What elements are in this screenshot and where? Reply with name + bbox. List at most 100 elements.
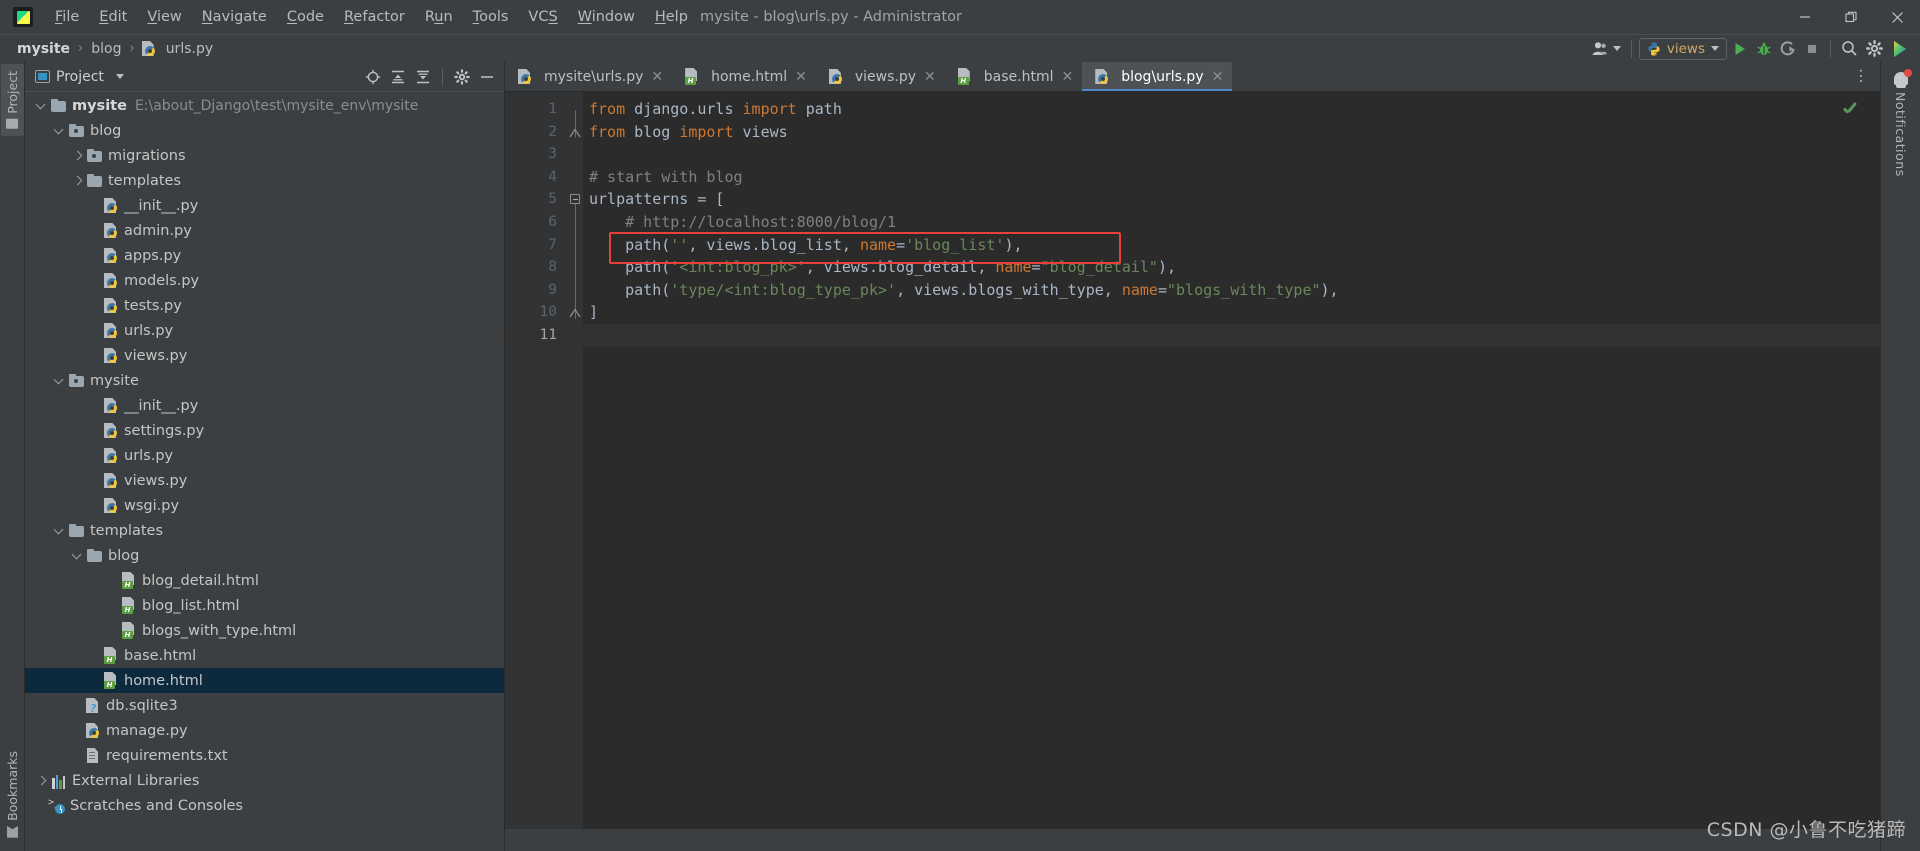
tree-node-manage-py[interactable]: manage.py xyxy=(25,718,504,743)
line-number[interactable]: 4 xyxy=(505,166,567,189)
breadcrumb-item-urls-py[interactable]: urls.py xyxy=(163,40,216,58)
code-folding-gutter[interactable] xyxy=(567,92,583,829)
code-line-9[interactable]: path('type/<int:blog_type_pk>', views.bl… xyxy=(583,279,1880,302)
no-problems-checkmark-icon[interactable] xyxy=(1842,102,1858,118)
tree-node-templates[interactable]: templates xyxy=(25,518,504,543)
tree-node-blog[interactable]: blog xyxy=(25,118,504,143)
run-with-coverage-icon[interactable] xyxy=(1777,38,1799,60)
code-line-8[interactable]: path('<int:blog_pk>', views.blog_detail,… xyxy=(583,256,1880,279)
bell-icon[interactable] xyxy=(1891,69,1912,88)
tree-node-external-libraries[interactable]: External Libraries xyxy=(25,768,504,793)
code-line-6[interactable]: # http://localhost:8000/blog/1 xyxy=(583,211,1880,234)
line-number[interactable]: 10 xyxy=(505,301,567,324)
debug-bug-icon[interactable] xyxy=(1753,38,1775,60)
tree-node-blogs-with-type-html[interactable]: Hblogs_with_type.html xyxy=(25,618,504,643)
more-options-icon[interactable]: ⋯ xyxy=(1852,68,1871,85)
menu-item-help[interactable]: Help xyxy=(645,5,698,29)
tree-node-db-sqlite3[interactable]: ? db.sqlite3 xyxy=(25,693,504,718)
search-icon[interactable] xyxy=(1838,38,1861,60)
chevron-right-icon[interactable] xyxy=(71,174,84,187)
tree-node-blog-list-html[interactable]: Hblog_list.html xyxy=(25,593,504,618)
tree-node-blog[interactable]: blog xyxy=(25,543,504,568)
editor-tab-views-py[interactable]: views.py ✕ xyxy=(816,62,945,91)
options-gear-icon[interactable] xyxy=(451,66,473,88)
tree-node-models-py[interactable]: models.py xyxy=(25,268,504,293)
menu-item-edit[interactable]: Edit xyxy=(89,5,137,29)
minimize-button[interactable] xyxy=(1782,0,1828,34)
run-configuration-selector[interactable]: views xyxy=(1638,37,1727,60)
tree-node-home-html[interactable]: Hhome.html xyxy=(25,668,504,693)
tree-node-admin-py[interactable]: admin.py xyxy=(25,218,504,243)
code-line-2[interactable]: from blog import views xyxy=(583,121,1880,144)
editor-tab-home-html[interactable]: Hhome.html ✕ xyxy=(672,62,816,91)
tree-node-mysite[interactable]: mysite xyxy=(25,368,504,393)
tree-node---init---py[interactable]: __init__.py xyxy=(25,193,504,218)
close-icon[interactable]: ✕ xyxy=(924,70,936,84)
tree-node-base-html[interactable]: Hbase.html xyxy=(25,643,504,668)
code-line-7[interactable]: path('', views.blog_list, name='blog_lis… xyxy=(583,234,1880,257)
hide-icon[interactable] xyxy=(476,66,498,88)
chevron-right-icon[interactable] xyxy=(71,149,84,162)
fold-toggle-import[interactable] xyxy=(567,98,583,121)
code-line-4[interactable]: # start with blog xyxy=(583,166,1880,189)
tree-node-apps-py[interactable]: apps.py xyxy=(25,243,504,268)
menu-item-navigate[interactable]: Navigate xyxy=(192,5,277,29)
user-account-icon[interactable] xyxy=(1589,38,1624,60)
tree-node-requirements-txt[interactable]: requirements.txt xyxy=(25,743,504,768)
tree-node-mysite[interactable]: mysite E:\about_Django\test\mysite_env\my… xyxy=(25,93,504,118)
tree-node-wsgi-py[interactable]: wsgi.py xyxy=(25,493,504,518)
chevron-right-icon[interactable] xyxy=(35,774,48,787)
menu-item-window[interactable]: Window xyxy=(568,5,645,29)
chevron-down-icon[interactable] xyxy=(35,99,48,112)
line-number[interactable]: 5 xyxy=(505,188,567,211)
tree-node-urls-py[interactable]: urls.py xyxy=(25,318,504,343)
chevron-down-icon[interactable] xyxy=(53,374,66,387)
close-icon[interactable]: ✕ xyxy=(1061,70,1073,84)
maximize-restore-button[interactable] xyxy=(1828,0,1874,34)
line-number[interactable]: 3 xyxy=(505,143,567,166)
breadcrumb-item-mysite[interactable]: mysite xyxy=(14,40,73,58)
collapse-all-icon[interactable] xyxy=(412,66,434,88)
menu-item-file[interactable]: File xyxy=(45,5,89,29)
breadcrumb-item-blog[interactable]: blog xyxy=(88,40,124,58)
run-icon[interactable] xyxy=(1729,38,1751,60)
chevron-down-icon[interactable] xyxy=(53,124,66,137)
line-number[interactable]: 6 xyxy=(505,211,567,234)
project-tree[interactable]: mysite E:\about_Django\test\mysite_env\my… xyxy=(25,92,504,851)
tree-node-views-py[interactable]: views.py xyxy=(25,468,504,493)
line-number[interactable]: 7 xyxy=(505,234,567,257)
editor-tab-blog-urls-py[interactable]: blog\urls.py ✕ xyxy=(1082,62,1233,91)
code-line-5[interactable]: urlpatterns = [ xyxy=(583,188,1880,211)
editor-tabs-overflow[interactable]: ⋯ xyxy=(1852,62,1880,91)
code-line-3[interactable] xyxy=(583,143,1880,166)
close-button[interactable] xyxy=(1874,0,1920,34)
select-opened-file-icon[interactable] xyxy=(362,66,384,88)
tree-node---init---py[interactable]: __init__.py xyxy=(25,393,504,418)
tree-node-tests-py[interactable]: tests.py xyxy=(25,293,504,318)
menu-item-code[interactable]: Code xyxy=(277,5,334,29)
menu-item-tools[interactable]: Tools xyxy=(463,5,519,29)
sidebar-item-bookmarks[interactable]: Bookmarks xyxy=(1,744,24,845)
tree-node-scratches-and-consoles[interactable]: Scratches and Consoles xyxy=(25,793,504,818)
code-editor[interactable]: 1 2 3 4 5 6 7 8 9 10 11 from django.urls… xyxy=(505,92,1880,829)
expand-all-icon[interactable] xyxy=(387,66,409,88)
close-icon[interactable]: ✕ xyxy=(795,70,807,84)
editor-tab-mysite-urls-py[interactable]: mysite\urls.py ✕ xyxy=(505,62,672,91)
menu-item-refactor[interactable]: Refactor xyxy=(334,5,415,29)
tree-node-settings-py[interactable]: settings.py xyxy=(25,418,504,443)
fold-toggle-urlpatterns-end[interactable] xyxy=(567,301,583,324)
editor-tab-base-html[interactable]: Hbase.html ✕ xyxy=(945,62,1082,91)
line-number[interactable]: 2 xyxy=(505,121,567,144)
close-icon[interactable]: ✕ xyxy=(651,70,663,84)
sidebar-item-notifications[interactable]: Notifications xyxy=(1893,92,1908,177)
line-number[interactable]: 1 xyxy=(505,98,567,121)
sidebar-item-project[interactable]: Project xyxy=(0,64,24,136)
code-line-1[interactable]: from django.urls import path xyxy=(583,98,1880,121)
settings-gear-icon[interactable] xyxy=(1863,38,1886,60)
tree-node-blog-detail-html[interactable]: Hblog_detail.html xyxy=(25,568,504,593)
line-number[interactable]: 8 xyxy=(505,256,567,279)
tree-node-urls-py[interactable]: urls.py xyxy=(25,443,504,468)
menu-item-vcs[interactable]: VCS xyxy=(518,5,567,29)
line-number[interactable]: 9 xyxy=(505,279,567,302)
code-text[interactable]: from django.urls import path from blog im… xyxy=(583,92,1880,829)
